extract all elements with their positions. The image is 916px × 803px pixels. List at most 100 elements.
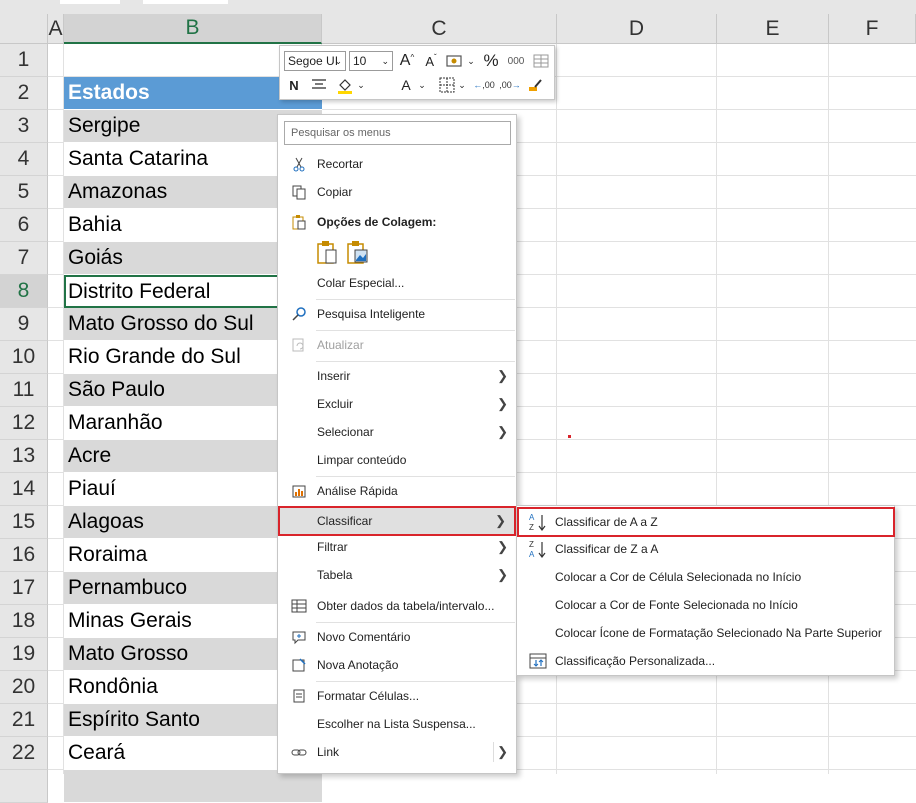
row-header[interactable]: 22 [0, 737, 48, 770]
tab-stub [60, 0, 120, 4]
row-header[interactable]: 9 [0, 308, 48, 341]
menu-item-insert[interactable]: Inserir ❯ [279, 362, 516, 390]
chevron-right-icon: ❯ [497, 567, 508, 582]
bold-button[interactable]: N [284, 75, 304, 95]
copy-icon [289, 182, 309, 202]
menu-item-cell-color-top[interactable]: Colocar a Cor de Célula Selecionada no I… [518, 563, 894, 591]
chevron-down-icon: ⌄ [334, 55, 342, 66]
align-center-icon[interactable] [308, 75, 330, 95]
menu-item-copy[interactable]: Copiar [279, 178, 516, 206]
row-header[interactable]: 15 [0, 506, 48, 539]
row-header[interactable]: 16 [0, 539, 48, 572]
chevron-down-icon[interactable]: ⌄ [356, 75, 366, 95]
row-header[interactable]: 20 [0, 671, 48, 704]
mini-toolbar: Segoe UI ⌄ 10 ⌄ A ^ Aˇ ⌄ % 000 N ⌄ A ⌄ ⌄ … [279, 45, 555, 100]
menu-item-icon-top[interactable]: Colocar Ícone de Formatação Selecionado … [518, 619, 894, 647]
row-header[interactable]: 13 [0, 440, 48, 473]
increase-decimal-button[interactable]: ← ,00 [472, 75, 496, 95]
row-header[interactable]: 11 [0, 374, 48, 407]
comma-style-button[interactable]: 000 [505, 51, 527, 71]
font-name-combo[interactable]: Segoe UI ⌄ [284, 51, 346, 71]
menu-heading-paste-options: Opções de Colagem: [279, 208, 516, 236]
comment-icon [289, 627, 309, 647]
menu-search-input[interactable]: Pesquisar os menus [284, 121, 511, 145]
row-header[interactable]: 1 [0, 44, 48, 77]
search-icon [289, 304, 309, 324]
menu-item-new-note[interactable]: Nova Anotação [279, 651, 516, 679]
red-dot [568, 435, 571, 438]
quick-analysis-icon [289, 481, 309, 501]
chevron-down-icon[interactable]: ⌄ [457, 75, 467, 95]
menu-item-quick-analysis[interactable]: Análise Rápida [279, 477, 516, 505]
row-header[interactable]: 8 [0, 275, 48, 308]
shrink-font-button[interactable]: Aˇ [421, 51, 441, 71]
format-painter-icon[interactable] [524, 75, 546, 95]
menu-item-cut[interactable]: Recortar [279, 150, 516, 178]
menu-item-font-color-top[interactable]: Colocar a Cor de Fonte Selecionada no In… [518, 591, 894, 619]
chevron-down-icon[interactable]: ⌄ [466, 51, 476, 71]
row-header[interactable]: 21 [0, 704, 48, 737]
column-header-f[interactable]: F [829, 14, 916, 44]
row-header[interactable]: 3 [0, 110, 48, 143]
column-header-a[interactable]: A [48, 14, 64, 44]
row-header[interactable]: 17 [0, 572, 48, 605]
row-header[interactable]: 2 [0, 77, 48, 110]
menu-item-paste-special[interactable]: Colar Especial... [279, 269, 516, 297]
menu-item-table[interactable]: Tabela ❯ [279, 561, 516, 589]
paste-picture-icon[interactable] [346, 239, 370, 265]
grow-font-button[interactable]: A ^ [397, 51, 417, 71]
row-header[interactable]: 18 [0, 605, 48, 638]
menu-item-sort-a-to-z[interactable]: AZ Classificar de A a Z [517, 507, 895, 537]
paste-icon[interactable] [316, 239, 340, 265]
menu-item-sort-z-to-a[interactable]: ZA Classificar de Z a A [518, 535, 894, 563]
row-header[interactable]: 4 [0, 143, 48, 176]
menu-item-smart-lookup[interactable]: Pesquisa Inteligente [279, 300, 516, 328]
menu-item-select[interactable]: Selecionar ❯ [279, 418, 516, 446]
percent-style-button[interactable]: % [480, 51, 502, 71]
row-header[interactable]: 10 [0, 341, 48, 374]
column-header-d[interactable]: D [557, 14, 717, 44]
svg-text:Z: Z [529, 540, 534, 549]
chevron-right-icon: ❯ [497, 396, 508, 411]
clipboard-icon [289, 212, 309, 232]
menu-divider [493, 742, 494, 762]
chevron-right-icon: ❯ [497, 368, 508, 383]
menu-item-custom-sort[interactable]: Classificação Personalizada... [518, 647, 894, 675]
font-color-button[interactable]: A [396, 75, 416, 95]
select-all-corner[interactable] [0, 14, 48, 44]
menu-item-pick-from-list[interactable]: Escolher na Lista Suspensa... [279, 710, 516, 738]
row-header[interactable]: 19 [0, 638, 48, 671]
row-header[interactable]: 7 [0, 242, 48, 275]
note-icon [289, 655, 309, 675]
font-name-value: Segoe UI [288, 54, 339, 68]
link-icon [289, 742, 309, 762]
menu-item-format-cells[interactable]: Formatar Células... [279, 682, 516, 710]
format-table-icon[interactable] [531, 51, 551, 71]
menu-item-clear-contents[interactable]: Limpar conteúdo [279, 446, 516, 474]
chevron-down-icon[interactable]: ⌄ [417, 75, 427, 95]
fill-color-icon[interactable] [334, 75, 356, 95]
font-size-combo[interactable]: 10 ⌄ [349, 51, 393, 71]
column-header-e[interactable]: E [717, 14, 829, 44]
cell-state[interactable] [64, 770, 322, 803]
menu-item-link[interactable]: Link ❯ [279, 738, 516, 766]
menu-item-get-data[interactable]: Obter dados da tabela/intervalo... [279, 592, 516, 620]
borders-icon[interactable] [437, 75, 457, 95]
accounting-format-icon[interactable] [444, 51, 466, 71]
row-header[interactable]: 6 [0, 209, 48, 242]
menu-item-filter[interactable]: Filtrar ❯ [279, 533, 516, 561]
svg-text:A: A [529, 513, 535, 522]
sort-ascending-icon: AZ [528, 512, 548, 532]
menu-item-delete[interactable]: Excluir ❯ [279, 390, 516, 418]
sort-descending-icon: ZA [528, 539, 548, 559]
row-header[interactable]: 14 [0, 473, 48, 506]
table-icon [289, 596, 309, 616]
sort-submenu: AZ Classificar de A a Z ZA Classificar d… [516, 505, 895, 676]
decrease-decimal-button[interactable]: ,00 → [498, 75, 522, 95]
column-header-c[interactable]: C [322, 14, 557, 44]
row-header[interactable]: 5 [0, 176, 48, 209]
row-header[interactable]: 12 [0, 407, 48, 440]
menu-item-new-comment[interactable]: Novo Comentário [279, 623, 516, 651]
column-header-b[interactable]: B [64, 14, 322, 44]
menu-item-sort[interactable]: Classificar ❯ [278, 506, 516, 536]
